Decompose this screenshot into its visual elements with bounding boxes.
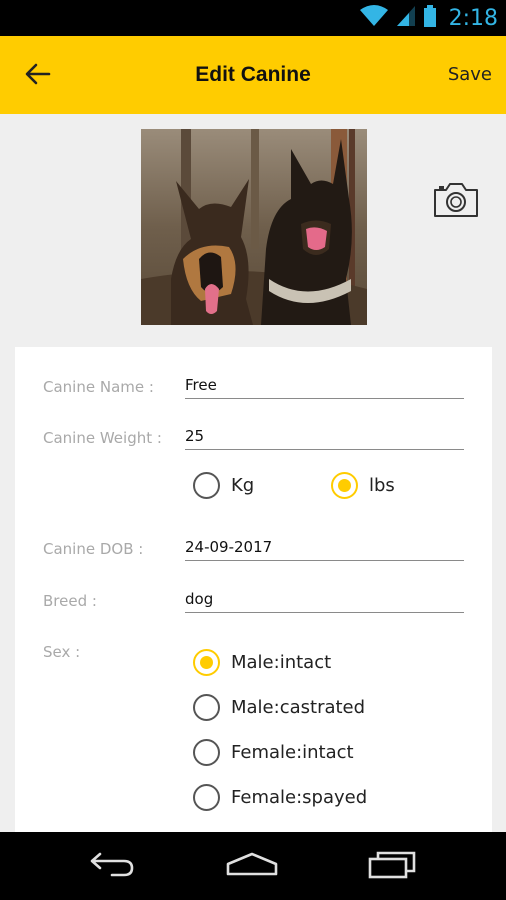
canine-name-label: Canine Name : xyxy=(43,378,154,396)
page-title: Edit Canine xyxy=(195,63,311,86)
radio-circle xyxy=(193,694,220,721)
recents-nav-icon xyxy=(366,849,418,883)
canine-weight-label: Canine Weight : xyxy=(43,429,162,447)
weight-unit-kg-radio[interactable]: Kg xyxy=(193,472,254,499)
app-bar: Edit Canine Save xyxy=(0,36,506,114)
home-nav-icon xyxy=(224,850,280,882)
back-nav-icon xyxy=(88,850,136,882)
battery-icon xyxy=(423,4,437,32)
status-time: 2:18 xyxy=(448,5,498,31)
system-nav-bar xyxy=(0,832,506,900)
wifi-icon xyxy=(359,4,389,32)
canine-dob-label: Canine DOB : xyxy=(43,540,144,558)
nav-home-button[interactable] xyxy=(222,846,282,886)
canine-dob-input[interactable] xyxy=(185,535,464,561)
breed-label: Breed : xyxy=(43,592,97,610)
sex-male-castrated-radio[interactable]: Male:castrated xyxy=(193,694,365,721)
radio-circle xyxy=(193,739,220,766)
radio-circle xyxy=(193,784,220,811)
status-bar: 2:18 xyxy=(0,0,506,36)
canine-photo[interactable] xyxy=(141,129,367,325)
radio-label: Female:spayed xyxy=(231,787,368,808)
radio-label: Male:intact xyxy=(231,652,332,673)
save-button[interactable]: Save xyxy=(448,36,492,114)
weight-unit-lbs-radio[interactable]: lbs xyxy=(331,472,395,499)
edit-canine-screen: 2:18 Edit Canine Save Canine Name: Free… xyxy=(0,0,506,900)
canine-weight-input[interactable] xyxy=(185,424,464,450)
arrow-left-icon xyxy=(25,63,51,89)
sex-female-spayed-radio[interactable]: Female:spayed xyxy=(193,784,367,811)
radio-circle xyxy=(193,472,220,499)
radio-circle-checked xyxy=(331,472,358,499)
sex-male-intact-radio[interactable]: Male:intact xyxy=(193,649,331,676)
radio-circle-checked xyxy=(193,649,220,676)
nav-back-button[interactable] xyxy=(82,846,142,886)
breed-input[interactable] xyxy=(185,587,464,613)
canine-form: Canine Name : Canine Weight : Kg lbs Can… xyxy=(15,347,492,837)
radio-label: Male:castrated xyxy=(231,697,366,718)
radio-label: Kg xyxy=(231,475,255,496)
radio-label: Female:intact xyxy=(231,742,354,763)
status-icons: 2:18 xyxy=(359,0,498,36)
canine-name-input[interactable] xyxy=(185,373,464,399)
nav-recents-button[interactable] xyxy=(362,846,422,886)
sex-label: Sex : xyxy=(43,643,81,661)
sex-female-intact-radio[interactable]: Female:intact xyxy=(193,739,354,766)
radio-label: lbs xyxy=(369,475,395,496)
camera-icon xyxy=(432,183,480,224)
signal-icon xyxy=(395,4,417,32)
change-photo-button[interactable] xyxy=(432,180,480,220)
back-button[interactable] xyxy=(18,56,58,96)
